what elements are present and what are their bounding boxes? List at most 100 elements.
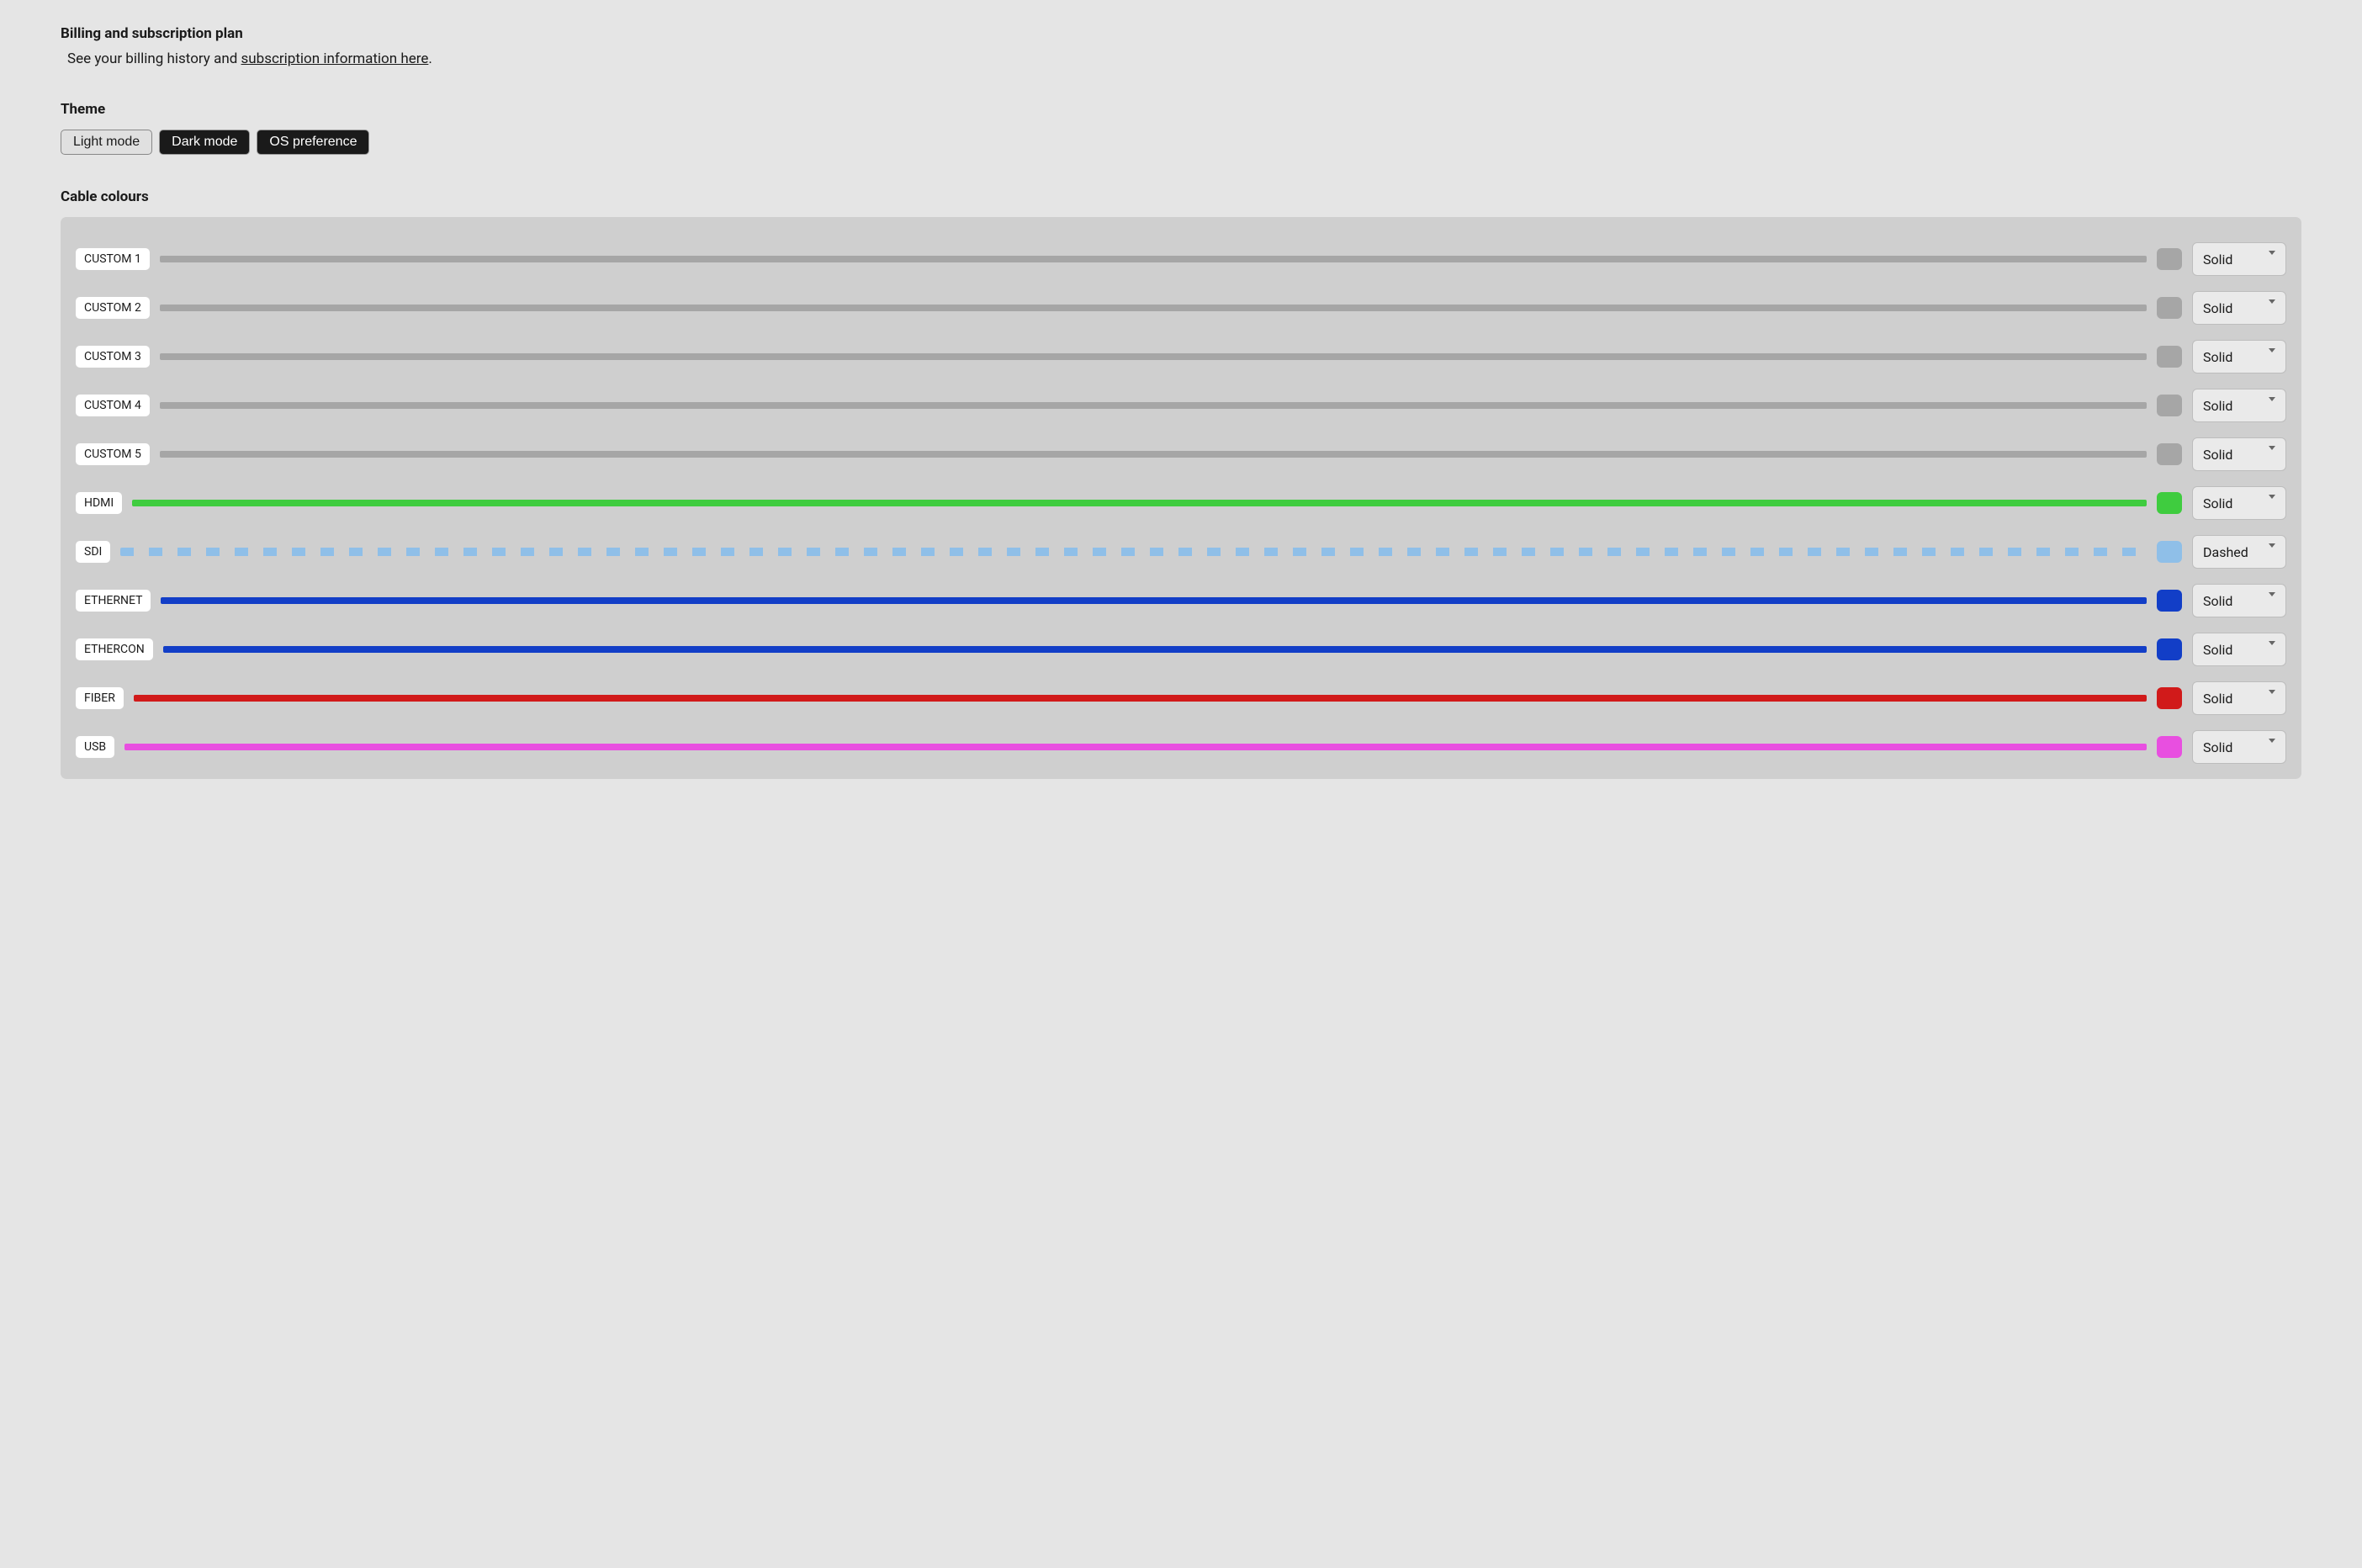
theme-light-button[interactable]: Light mode bbox=[61, 130, 152, 155]
theme-os-button[interactable]: OS preference bbox=[257, 130, 369, 155]
cable-line bbox=[160, 353, 2147, 360]
cable-row: USB Solid bbox=[76, 730, 2286, 764]
cable-label: CUSTOM 3 bbox=[76, 346, 150, 368]
chevron-down-icon bbox=[2269, 299, 2275, 304]
cable-color-swatch[interactable] bbox=[2157, 443, 2182, 465]
cable-label: ETHERCON bbox=[76, 638, 153, 660]
cable-colours-title: Cable colours bbox=[61, 188, 2301, 205]
cable-color-swatch[interactable] bbox=[2157, 638, 2182, 660]
cable-line bbox=[160, 451, 2147, 458]
cable-line-preview bbox=[160, 451, 2147, 458]
cable-style-value: Solid bbox=[2203, 739, 2232, 755]
cable-row: CUSTOM 2 Solid bbox=[76, 291, 2286, 325]
cable-row: CUSTOM 4 Solid bbox=[76, 389, 2286, 422]
cable-line-preview bbox=[161, 597, 2147, 604]
chevron-down-icon bbox=[2269, 251, 2275, 255]
cable-row: FIBER Solid bbox=[76, 681, 2286, 715]
cable-line-preview bbox=[160, 353, 2147, 360]
cable-colours-section: Cable colours CUSTOM 1 Solid CUSTOM 2 Solid… bbox=[61, 188, 2301, 779]
cable-line-preview bbox=[160, 256, 2147, 262]
billing-text-prefix: See your billing history and bbox=[67, 50, 241, 67]
chevron-down-icon bbox=[2269, 690, 2275, 694]
billing-section: Billing and subscription plan See your b… bbox=[61, 25, 2301, 67]
chevron-down-icon bbox=[2269, 641, 2275, 645]
cable-style-value: Solid bbox=[2203, 642, 2232, 658]
chevron-down-icon bbox=[2269, 739, 2275, 743]
cable-line bbox=[160, 402, 2147, 409]
cable-line-preview bbox=[120, 548, 2147, 556]
cable-style-value: Solid bbox=[2203, 691, 2232, 707]
cable-color-swatch[interactable] bbox=[2157, 687, 2182, 709]
cable-label: CUSTOM 4 bbox=[76, 395, 150, 416]
theme-title: Theme bbox=[61, 101, 2301, 118]
cable-color-swatch[interactable] bbox=[2157, 492, 2182, 514]
cable-row: CUSTOM 1 Solid bbox=[76, 242, 2286, 276]
chevron-down-icon bbox=[2269, 348, 2275, 352]
theme-button-group: Light mode Dark mode OS preference bbox=[61, 130, 2301, 155]
subscription-info-link[interactable]: subscription information here bbox=[241, 50, 429, 67]
billing-text-suffix: . bbox=[428, 50, 432, 67]
cable-row: HDMI Solid bbox=[76, 486, 2286, 520]
cable-style-select[interactable]: Dashed bbox=[2192, 535, 2286, 569]
cable-style-select[interactable]: Solid bbox=[2192, 486, 2286, 520]
cable-line-preview bbox=[134, 695, 2147, 702]
cable-style-value: Solid bbox=[2203, 447, 2232, 463]
cable-style-select[interactable]: Solid bbox=[2192, 437, 2286, 471]
cable-label: ETHERNET bbox=[76, 590, 151, 612]
cable-color-swatch[interactable] bbox=[2157, 395, 2182, 416]
cable-row: CUSTOM 3 Solid bbox=[76, 340, 2286, 373]
cable-line bbox=[120, 548, 2147, 556]
cable-colours-panel: CUSTOM 1SolidCUSTOM 2SolidCUSTOM 3SolidC… bbox=[61, 217, 2301, 779]
chevron-down-icon bbox=[2269, 397, 2275, 401]
cable-row: ETHERCON Solid bbox=[76, 633, 2286, 666]
chevron-down-icon bbox=[2269, 495, 2275, 499]
cable-line-preview bbox=[124, 744, 2147, 750]
cable-row: SDI Dashed bbox=[76, 535, 2286, 569]
cable-color-swatch[interactable] bbox=[2157, 590, 2182, 612]
cable-label: USB bbox=[76, 736, 114, 758]
cable-style-value: Solid bbox=[2203, 495, 2232, 511]
cable-style-select[interactable]: Solid bbox=[2192, 389, 2286, 422]
cable-style-select[interactable]: Solid bbox=[2192, 633, 2286, 666]
cable-label: FIBER bbox=[76, 687, 124, 709]
cable-line bbox=[163, 646, 2147, 653]
cable-style-select[interactable]: Solid bbox=[2192, 242, 2286, 276]
chevron-down-icon bbox=[2269, 543, 2275, 548]
cable-line bbox=[160, 305, 2147, 311]
cable-color-swatch[interactable] bbox=[2157, 541, 2182, 563]
cable-color-swatch[interactable] bbox=[2157, 297, 2182, 319]
cable-style-value: Dashed bbox=[2203, 544, 2248, 560]
cable-style-select[interactable]: Solid bbox=[2192, 291, 2286, 325]
cable-line bbox=[160, 256, 2147, 262]
cable-line bbox=[132, 500, 2147, 506]
cable-label: CUSTOM 1 bbox=[76, 248, 150, 270]
chevron-down-icon bbox=[2269, 592, 2275, 596]
cable-style-value: Solid bbox=[2203, 252, 2232, 268]
theme-dark-button[interactable]: Dark mode bbox=[159, 130, 250, 155]
billing-title: Billing and subscription plan bbox=[61, 25, 2301, 42]
cable-style-select[interactable]: Solid bbox=[2192, 584, 2286, 617]
cable-line bbox=[124, 744, 2147, 750]
cable-style-select[interactable]: Solid bbox=[2192, 730, 2286, 764]
cable-label: CUSTOM 5 bbox=[76, 443, 150, 465]
cable-line bbox=[134, 695, 2147, 702]
chevron-down-icon bbox=[2269, 446, 2275, 450]
cable-color-swatch[interactable] bbox=[2157, 248, 2182, 270]
cable-color-swatch[interactable] bbox=[2157, 736, 2182, 758]
cable-color-swatch[interactable] bbox=[2157, 346, 2182, 368]
cable-style-select[interactable]: Solid bbox=[2192, 340, 2286, 373]
cable-style-value: Solid bbox=[2203, 300, 2232, 316]
theme-section: Theme Light mode Dark mode OS preference bbox=[61, 101, 2301, 155]
cable-label: CUSTOM 2 bbox=[76, 297, 150, 319]
cable-row: CUSTOM 5 Solid bbox=[76, 437, 2286, 471]
cable-line-preview bbox=[163, 646, 2147, 653]
cable-line-preview bbox=[160, 402, 2147, 409]
cable-style-value: Solid bbox=[2203, 349, 2232, 365]
cable-label: HDMI bbox=[76, 492, 122, 514]
cable-style-select[interactable]: Solid bbox=[2192, 681, 2286, 715]
billing-text: See your billing history and subscriptio… bbox=[61, 50, 2301, 67]
cable-line bbox=[161, 597, 2147, 604]
cable-line-preview bbox=[160, 305, 2147, 311]
cable-label: SDI bbox=[76, 541, 110, 563]
cable-style-value: Solid bbox=[2203, 398, 2232, 414]
